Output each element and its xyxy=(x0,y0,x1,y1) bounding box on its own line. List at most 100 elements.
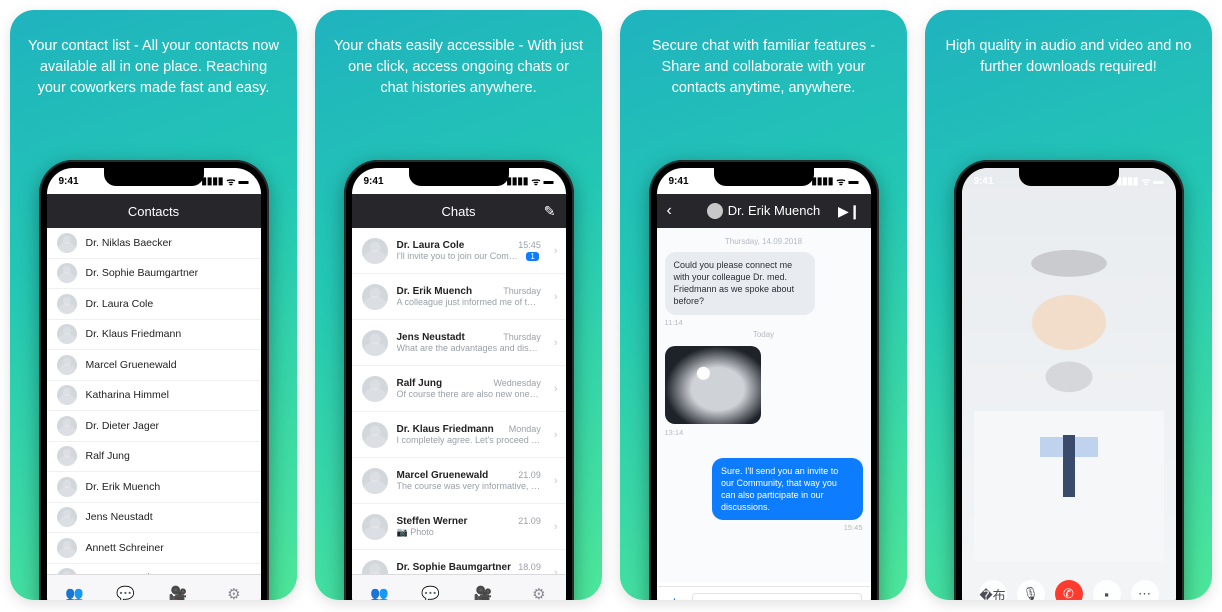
contact-name: Dr. Sophie Baumgartner xyxy=(86,267,199,279)
add-attachment-icon[interactable]: ＋ xyxy=(666,592,684,601)
chat-name: Dr. Laura Cole xyxy=(397,240,465,251)
status-icons: ▮▮▮▮ᯤ▬ xyxy=(506,174,553,188)
chat-row[interactable]: Ralf JungWednesdayOf course there are al… xyxy=(352,366,566,412)
chat-icon: 💬 xyxy=(421,587,440,600)
tab-contacts[interactable]: 👥Contacts xyxy=(61,587,89,600)
chat-row[interactable]: Dr. Laura Cole15:45 I'll invite you to j… xyxy=(352,228,566,274)
chat-snippet: 📷 Photo xyxy=(397,527,541,538)
contact-row[interactable]: Jens Neustadt xyxy=(47,564,261,575)
avatar xyxy=(707,203,723,219)
contact-name: Dr. Laura Cole xyxy=(86,298,154,310)
nav-title: Dr. Erik Muench xyxy=(707,203,820,220)
video-call-icon[interactable]: ▶❙ xyxy=(838,203,861,220)
battery-icon: ▬ xyxy=(239,176,249,187)
avatar xyxy=(57,538,77,558)
chat-time: 15:45 xyxy=(518,240,541,251)
avatar xyxy=(362,330,388,356)
conversation-pane[interactable]: Thursday, 14.09.2018 Could you please co… xyxy=(657,228,871,582)
contact-row[interactable]: Marcel Gruenewald xyxy=(47,350,261,381)
status-icons: ▮▮▮▮ ᯤ ▬ xyxy=(201,174,248,188)
contact-row[interactable]: Dr. Laura Cole xyxy=(47,289,261,320)
tab-contacts[interactable]: 👥Contacts xyxy=(366,587,394,600)
avatar xyxy=(57,507,77,527)
chat-icon: 💬 xyxy=(116,587,135,600)
chevron-right-icon: › xyxy=(550,383,558,395)
chat-row[interactable]: Marcel Gruenewald21.09The course was ver… xyxy=(352,458,566,504)
tab-myroom[interactable]: 🎥My Room xyxy=(468,587,498,600)
chat-row[interactable]: Dr. Klaus FriedmannMondayI completely ag… xyxy=(352,412,566,458)
caption: Your chats easily accessible - With just… xyxy=(315,10,602,99)
contact-row[interactable]: Annett Schreiner xyxy=(47,533,261,564)
phone-frame: 9:41 ▮▮▮▮ᯤ▬ ‹ Dr. Erik Muench ▶❙ Thursda… xyxy=(649,160,879,600)
tab-settings[interactable]: ⚙Settings xyxy=(221,587,246,600)
send-icon[interactable]: ➤ xyxy=(845,599,853,600)
mute-button[interactable]: 🎙 xyxy=(1017,580,1045,600)
contact-row[interactable]: Dr. Dieter Jager xyxy=(47,411,261,442)
chevron-right-icon: › xyxy=(550,521,558,533)
chat-snippet: I completely agree. Let's proceed with t… xyxy=(397,435,541,445)
chat-name: Steffen Werner xyxy=(397,516,468,527)
avatar xyxy=(57,385,77,405)
end-call-button[interactable]: ✆ xyxy=(1055,580,1083,600)
notch xyxy=(1019,168,1119,186)
chat-time: Thursday xyxy=(503,332,541,343)
chevron-right-icon: › xyxy=(550,245,558,257)
chat-snippet: A colleague just informed me of the resu… xyxy=(397,297,541,307)
contact-row[interactable]: Dr. Sophie Baumgartner xyxy=(47,259,261,290)
tab-chats[interactable]: 💬Chats xyxy=(116,587,135,600)
contact-row[interactable]: Ralf Jung xyxy=(47,442,261,473)
message-input[interactable]: Type message... ➤ xyxy=(692,593,862,601)
video-feed xyxy=(962,168,1176,600)
chat-time: Wednesday xyxy=(493,378,540,389)
contact-row[interactable]: Jens Neustadt xyxy=(47,503,261,534)
chevron-right-icon: › xyxy=(550,567,558,575)
back-icon[interactable]: ‹ xyxy=(667,202,672,220)
avatar xyxy=(362,422,388,448)
notch xyxy=(104,168,204,186)
more-button[interactable]: ⋯ xyxy=(1131,580,1159,600)
chat-row[interactable]: Dr. Sophie Baumgartner18.09Hi! Thank you… xyxy=(352,550,566,574)
participants-button[interactable]: �布 xyxy=(979,580,1007,600)
contact-row[interactable]: Dr. Niklas Baecker xyxy=(47,228,261,259)
chat-snippet: What are the advantages and disadvant… xyxy=(397,343,541,353)
chat-row[interactable]: Dr. Erik MuenchThursdayA colleague just … xyxy=(352,274,566,320)
chat-time: 21.09 xyxy=(518,470,541,481)
attachment-image[interactable] xyxy=(665,346,761,424)
contact-row[interactable]: Dr. Erik Muench xyxy=(47,472,261,503)
input-placeholder: Type message... xyxy=(701,600,767,601)
nav-bar: ‹ Dr. Erik Muench ▶❙ xyxy=(657,194,871,228)
avatar xyxy=(57,477,77,497)
message-incoming[interactable]: Could you please connect me with your co… xyxy=(665,252,815,315)
avatar xyxy=(362,514,388,540)
chat-name: Dr. Klaus Friedmann xyxy=(397,424,494,435)
contact-row[interactable]: Dr. Klaus Friedmann xyxy=(47,320,261,351)
gear-icon: ⚙ xyxy=(532,587,545,600)
contact-name: Dr. Dieter Jager xyxy=(86,420,160,432)
avatar xyxy=(57,416,77,436)
avatar xyxy=(362,238,388,264)
chat-list[interactable]: Dr. Laura Cole15:45 I'll invite you to j… xyxy=(352,228,566,574)
avatar xyxy=(362,468,388,494)
caption: High quality in audio and video and no f… xyxy=(925,10,1212,78)
camera-button[interactable]: ▪ xyxy=(1093,580,1121,600)
tab-myroom[interactable]: 🎥My Room xyxy=(163,587,193,600)
chat-snippet: The course was very informative, thanks … xyxy=(397,481,541,491)
chat-time: 21.09 xyxy=(518,516,541,527)
contact-name: Ralf Jung xyxy=(86,450,130,462)
signal-icon: ▮▮▮▮ xyxy=(201,176,223,187)
chat-row[interactable]: Steffen Werner 21.09📷 Photo › xyxy=(352,504,566,550)
contact-row[interactable]: Katharina Himmel xyxy=(47,381,261,412)
chat-name: Jens Neustadt xyxy=(397,332,465,343)
phone-frame: 9:41 ▮▮▮▮ᯤ▬ Chats ✎ Dr. Laura Cole15:45 … xyxy=(344,160,574,600)
compose-icon[interactable]: ✎ xyxy=(544,203,556,220)
nav-title: Chats xyxy=(442,204,476,219)
gear-icon: ⚙ xyxy=(227,587,240,600)
chat-row[interactable]: Jens Neustadt ThursdayWhat are the advant… xyxy=(352,320,566,366)
chat-time: 18.09 xyxy=(518,562,541,573)
message-outgoing[interactable]: Sure. I'll send you an invite to our Com… xyxy=(712,458,862,521)
contact-list[interactable]: Dr. Niklas Baecker Dr. Sophie Baumgartne… xyxy=(47,228,261,574)
contact-name: Dr. Niklas Baecker xyxy=(86,237,172,249)
tab-chats[interactable]: 💬Chats xyxy=(421,587,440,600)
contact-name: Jens Neustadt xyxy=(86,511,153,523)
tab-settings[interactable]: ⚙Settings xyxy=(526,587,551,600)
